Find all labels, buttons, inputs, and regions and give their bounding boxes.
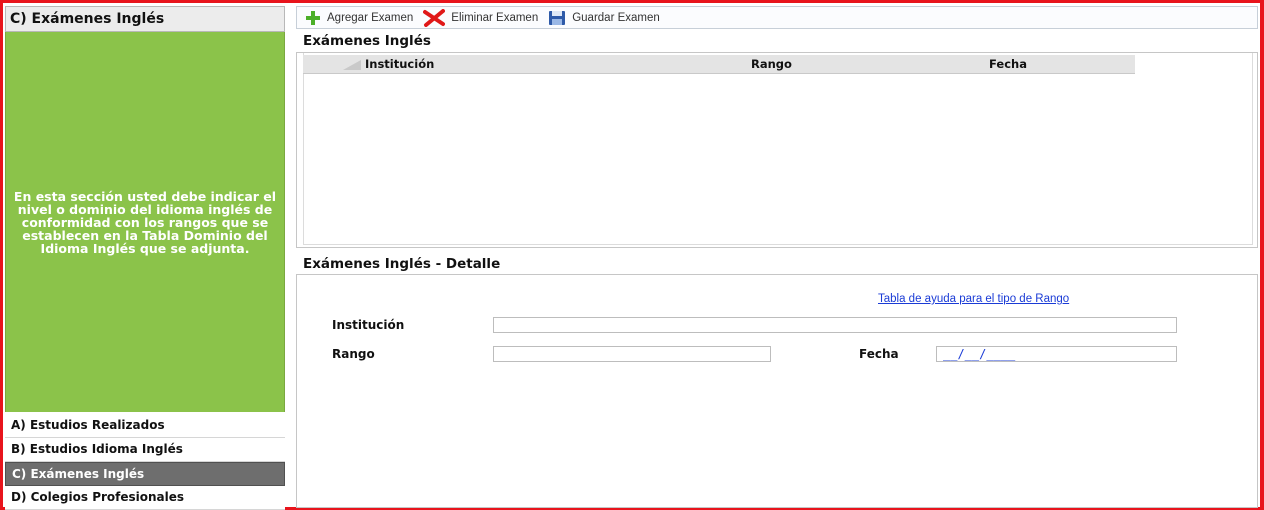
- grid-title: Exámenes Inglés: [303, 33, 431, 49]
- save-exam-button[interactable]: Guardar Examen: [548, 10, 660, 26]
- toolbar: Agregar Examen Eliminar Examen Guardar E…: [296, 6, 1258, 29]
- rango-label: Rango: [332, 347, 375, 361]
- add-exam-label: Agregar Examen: [327, 11, 414, 24]
- section-nav: A) Estudios Realizados B) Estudios Idiom…: [5, 414, 285, 510]
- add-exam-button[interactable]: Agregar Examen: [305, 10, 413, 26]
- delete-exam-label: Eliminar Examen: [451, 11, 539, 24]
- info-text: En esta sección usted debe indicar el ni…: [13, 188, 277, 256]
- nav-item-estudios-idioma-ingles[interactable]: B) Estudios Idioma Inglés: [5, 438, 285, 462]
- grid-body: [303, 53, 1253, 245]
- grid-header: Institución Rango Fecha: [303, 55, 1135, 74]
- info-panel: En esta sección usted debe indicar el ni…: [5, 32, 285, 412]
- rango-input[interactable]: [493, 346, 771, 362]
- detail-panel: [296, 274, 1258, 508]
- exams-grid: Institución Rango Fecha: [296, 52, 1258, 248]
- range-help-link[interactable]: Tabla de ayuda para el tipo de Rango: [878, 293, 1069, 305]
- save-exam-label: Guardar Examen: [572, 11, 660, 24]
- fecha-label: Fecha: [859, 347, 899, 361]
- column-header-institucion[interactable]: Institución: [365, 55, 434, 74]
- column-header-fecha[interactable]: Fecha: [989, 55, 1027, 74]
- section-title: C) Exámenes Inglés: [5, 6, 285, 32]
- fecha-date-input[interactable]: __/__/____: [936, 346, 1177, 362]
- column-header-rango[interactable]: Rango: [751, 55, 792, 74]
- nav-item-examenes-ingles[interactable]: C) Exámenes Inglés: [5, 462, 285, 486]
- delete-exam-button[interactable]: Eliminar Examen: [423, 8, 539, 27]
- nav-item-colegios-profesionales[interactable]: D) Colegios Profesionales: [5, 486, 285, 510]
- x-icon: [423, 8, 446, 27]
- plus-icon: [306, 10, 320, 25]
- floppy-disk-icon: [549, 10, 566, 25]
- nav-item-estudios-realizados[interactable]: A) Estudios Realizados: [5, 414, 285, 438]
- detail-title: Exámenes Inglés - Detalle: [303, 256, 501, 272]
- institucion-input[interactable]: [493, 317, 1177, 333]
- institucion-label: Institución: [332, 318, 405, 332]
- sort-icon: [343, 60, 361, 70]
